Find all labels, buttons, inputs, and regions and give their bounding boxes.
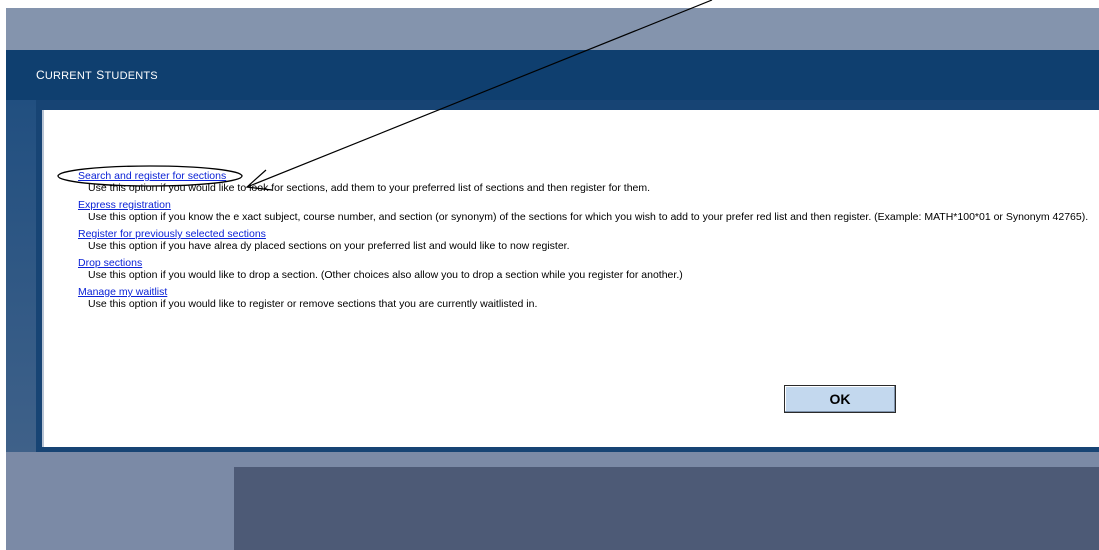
title-cap-c: C — [36, 64, 45, 83]
title-rest-2: tudents — [104, 66, 158, 83]
ok-button[interactable]: OK — [784, 385, 896, 413]
manage-waitlist-link[interactable]: Manage my waitlist — [78, 286, 1088, 298]
option-list: Search and register for sections Use thi… — [78, 170, 1088, 315]
express-registration-description: Use this option if you know the e xact s… — [88, 211, 1089, 223]
search-and-register-description: Use this option if you would like to loo… — [88, 182, 651, 194]
register-previously-selected-link[interactable]: Register for previously selected section… — [78, 228, 1088, 240]
drop-sections-link[interactable]: Drop sections — [78, 257, 1088, 269]
register-previously-selected-description: Use this option if you have alrea dy pla… — [88, 240, 570, 252]
title-rest-1: urrent — [44, 66, 97, 83]
footer-strip — [234, 452, 1099, 467]
top-banner — [6, 8, 1099, 50]
manage-waitlist-description: Use this option if you would like to reg… — [88, 298, 538, 310]
page-title: Current Students — [36, 64, 158, 84]
title-cap-s: S — [96, 64, 105, 83]
left-rail — [6, 100, 36, 452]
express-registration-link[interactable]: Express registration — [78, 199, 1088, 211]
header-bar — [6, 50, 1099, 100]
footer-left-block — [6, 452, 234, 550]
drop-sections-description: Use this option if you would like to dro… — [88, 269, 683, 281]
footer-right-block — [234, 467, 1099, 550]
search-and-register-link[interactable]: Search and register for sections — [78, 170, 1088, 182]
